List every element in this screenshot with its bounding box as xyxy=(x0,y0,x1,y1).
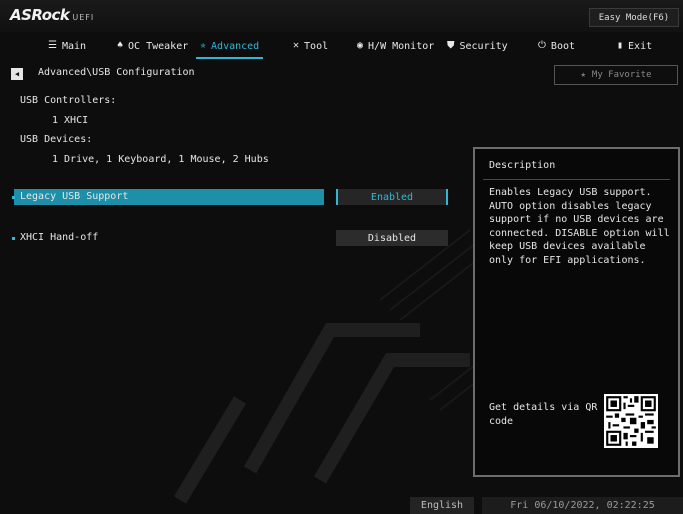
star-icon: ✯ xyxy=(200,40,207,51)
breadcrumb: Advanced\USB Configuration xyxy=(38,67,195,78)
flame-icon: ♠ xyxy=(117,40,124,51)
qr-code-icon xyxy=(604,394,658,448)
star-icon: ★ xyxy=(580,70,586,80)
usb-devices-heading: USB Devices: xyxy=(20,134,93,145)
setting-label: Legacy USB Support xyxy=(20,191,129,202)
tab-boot[interactable]: ⏻ Boot xyxy=(538,38,575,54)
language-selector[interactable]: English xyxy=(410,497,474,514)
row-marker-icon xyxy=(12,196,15,199)
power-icon: ⏻ xyxy=(538,40,546,51)
tab-main[interactable]: ☰ Main xyxy=(48,38,86,54)
tab-advanced[interactable]: ✯ Advanced xyxy=(195,38,264,59)
legacy-usb-support-value[interactable]: Enabled xyxy=(336,189,448,205)
usb-controllers-heading: USB Controllers: xyxy=(20,95,117,106)
top-bar: ASRock UEFI Easy Mode(F6) xyxy=(0,0,683,32)
description-title: Description xyxy=(489,160,556,171)
row-marker-icon xyxy=(12,237,15,240)
back-arrow-icon: ◀ xyxy=(14,70,20,78)
divider xyxy=(483,179,670,180)
my-favorite-button[interactable]: ★ My Favorite xyxy=(554,65,678,85)
shield-icon: ⛊ xyxy=(447,40,455,51)
description-text: Enables Legacy USB support. AUTO option … xyxy=(489,187,670,266)
asrock-logo: ASRock UEFI xyxy=(10,6,95,24)
description-panel: Description Enables Legacy USB support. … xyxy=(473,147,680,477)
wrench-icon: ✕ xyxy=(293,40,300,51)
usb-controllers-value: 1 XHCI xyxy=(52,115,89,126)
easy-mode-button[interactable]: Easy Mode(F6) xyxy=(589,8,679,27)
usb-devices-value: 1 Drive, 1 Keyboard, 1 Mouse, 2 Hubs xyxy=(52,154,269,165)
back-button[interactable]: ◀ xyxy=(11,68,23,80)
tab-oc-tweaker[interactable]: ♠ OC Tweaker xyxy=(117,38,188,54)
tab-hw-monitor[interactable]: ◉ H/W Monitor xyxy=(357,38,434,54)
exit-icon: ▮ xyxy=(617,40,624,51)
tab-security[interactable]: ⛊ Security xyxy=(447,38,508,54)
xhci-hand-off-value[interactable]: Disabled xyxy=(336,230,448,246)
main-nav: ☰ Main ♠ OC Tweaker ✯ Advanced ✕ Tool ◉ H/W M… xyxy=(0,32,683,59)
monitor-icon: ◉ xyxy=(357,40,364,51)
datetime-display: Fri 06/10/2022, 02:22:25 xyxy=(482,497,683,514)
setting-label: XHCI Hand-off xyxy=(20,232,99,243)
qr-caption: Get details via QR code xyxy=(489,402,598,427)
list-icon: ☰ xyxy=(48,40,57,51)
tab-exit[interactable]: ▮ Exit xyxy=(617,38,652,54)
tab-tool[interactable]: ✕ Tool xyxy=(293,38,328,54)
